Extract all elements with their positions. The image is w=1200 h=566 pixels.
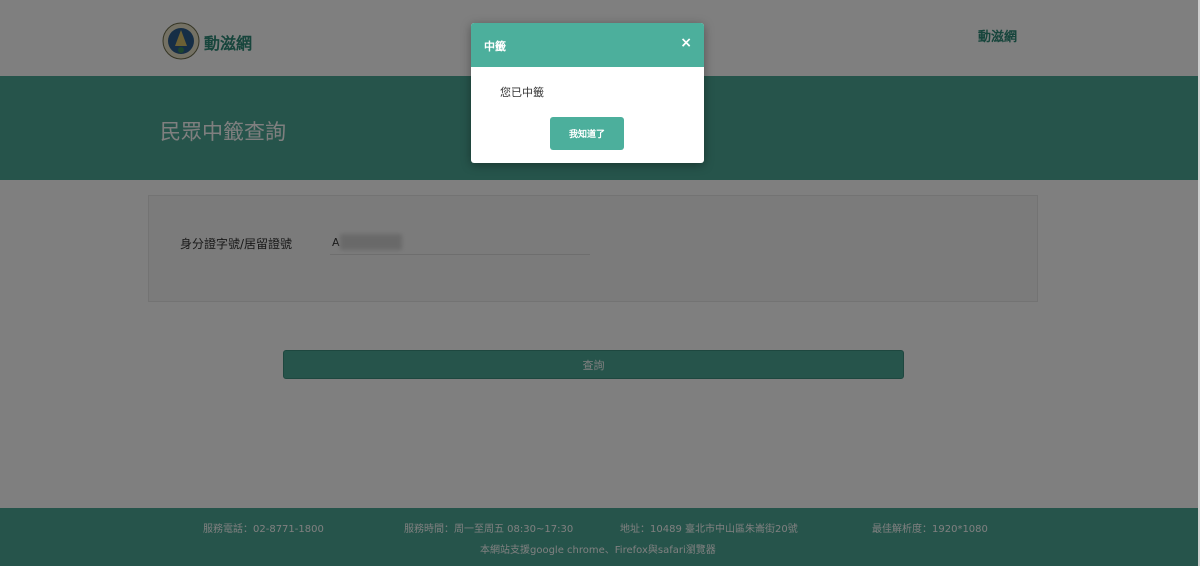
acknowledge-button[interactable]: 我知道了	[550, 117, 624, 150]
close-icon[interactable]: ×	[680, 35, 692, 51]
modal-message: 您已中籤	[500, 86, 544, 99]
modal-header: 中籤 ×	[471, 23, 704, 67]
page: 動滋網 動滋網 民眾中籤查詢 身分證字號/居留證號 查詢 服務電話：02-877…	[0, 0, 1200, 566]
result-modal: 中籤 × 您已中籤 我知道了	[471, 23, 704, 163]
modal-title: 中籤	[484, 40, 506, 53]
